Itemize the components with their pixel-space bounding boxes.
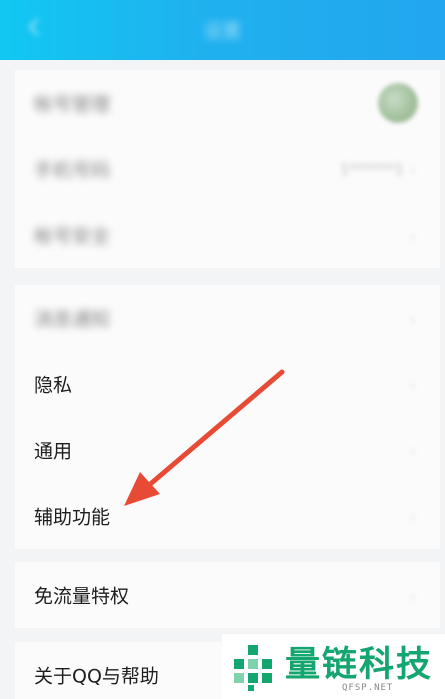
brand-logo-icon — [234, 645, 272, 691]
watermark-subtext: QFSP.NET — [342, 683, 394, 693]
annotation-arrow — [124, 369, 285, 506]
watermark-text: 量链科技 — [285, 645, 434, 685]
watermark: 量链科技 QFSP.NET — [222, 634, 445, 699]
